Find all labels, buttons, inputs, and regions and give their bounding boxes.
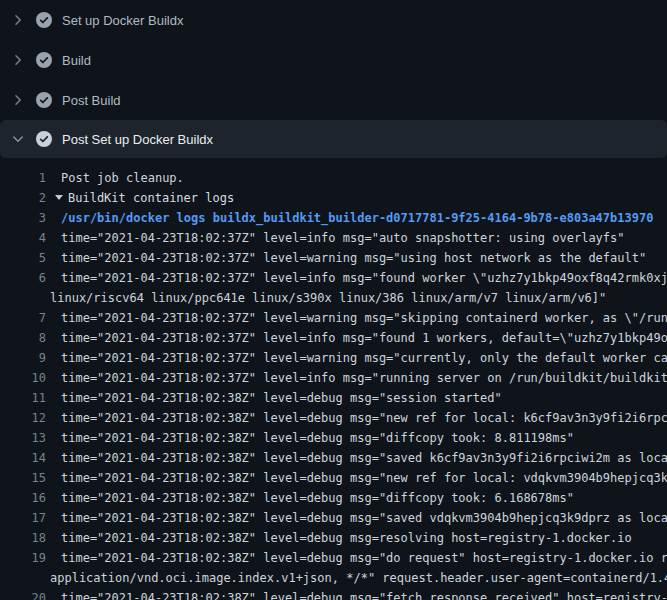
log-command-text: /usr/bin/docker logs buildx_buildkit_bui… xyxy=(61,211,653,225)
log-text: time="2021-04-23T18:02:37Z" level=warnin… xyxy=(61,351,667,365)
log-text: time="2021-04-23T18:02:38Z" level=debug … xyxy=(61,451,667,465)
log-text: application/vnd.oci.image.index.v1+json,… xyxy=(50,571,667,585)
line-number[interactable]: 3 xyxy=(0,208,46,228)
log-line: 14 time="2021-04-23T18:02:38Z" level=debu… xyxy=(0,448,667,468)
line-number[interactable]: 11 xyxy=(0,388,46,408)
line-number[interactable]: 17 xyxy=(0,508,46,528)
log-line: 17 time="2021-04-23T18:02:38Z" level=debu… xyxy=(0,508,667,528)
log-line: 2 BuildKit container logs xyxy=(0,188,667,208)
step-post-build[interactable]: Post Build xyxy=(0,80,667,120)
log-line: 8 time="2021-04-23T18:02:37Z" level=info … xyxy=(0,328,667,348)
log-line: 16 time="2021-04-23T18:02:38Z" level=debu… xyxy=(0,488,667,508)
log-text: time="2021-04-23T18:02:38Z" level=debug … xyxy=(61,511,667,525)
chevron-right-icon[interactable] xyxy=(10,92,26,108)
log-lines: 1 Post job cleanup. 2 BuildKit container lo… xyxy=(0,168,667,600)
check-circle-icon xyxy=(36,131,52,147)
log-text: time="2021-04-23T18:02:38Z" level=debug … xyxy=(61,411,667,425)
log-text: time="2021-04-23T18:02:37Z" level=warnin… xyxy=(61,251,646,265)
log-text: BuildKit container logs xyxy=(68,191,234,205)
line-number[interactable]: 4 xyxy=(0,228,46,248)
log-text: time="2021-04-23T18:02:37Z" level=info m… xyxy=(61,331,667,345)
log-text: time="2021-04-23T18:02:37Z" level=info m… xyxy=(61,231,625,245)
log-line: 20 time="2021-04-23T18:02:38Z" level=debu… xyxy=(0,588,667,600)
line-number[interactable]: 2 xyxy=(0,188,46,208)
line-number[interactable]: 16 xyxy=(0,488,46,508)
line-number[interactable]: 6 xyxy=(0,268,46,288)
log-line: 5 time="2021-04-23T18:02:37Z" level=warni… xyxy=(0,248,667,268)
log-line: 9 time="2021-04-23T18:02:37Z" level=warni… xyxy=(0,348,667,368)
chevron-down-icon[interactable] xyxy=(10,131,26,147)
line-number[interactable]: 18 xyxy=(0,528,46,548)
log-text: time="2021-04-23T18:02:37Z" level=info m… xyxy=(61,271,667,285)
group-collapse-triangle-icon[interactable] xyxy=(55,195,63,200)
step-post-set-up-docker-buildx[interactable]: Post Set up Docker Buildx xyxy=(0,120,667,158)
log-text: time="2021-04-23T18:02:38Z" level=debug … xyxy=(61,471,667,485)
log-text: time="2021-04-23T18:02:38Z" level=debug … xyxy=(61,391,502,405)
check-circle-icon xyxy=(36,12,52,28)
line-number[interactable]: 9 xyxy=(0,348,46,368)
line-number[interactable]: 14 xyxy=(0,448,46,468)
log-text: time="2021-04-23T18:02:38Z" level=debug … xyxy=(61,551,667,565)
log-text: time="2021-04-23T18:02:38Z" level=debug … xyxy=(61,591,667,600)
check-circle-icon xyxy=(36,92,52,108)
step-label: Set up Docker Buildx xyxy=(62,13,183,28)
log-line: 19 time="2021-04-23T18:02:38Z" level=debu… xyxy=(0,548,667,568)
log-line: 6 time="2021-04-23T18:02:37Z" level=info … xyxy=(0,268,667,288)
log-text: time="2021-04-23T18:02:38Z" level=debug … xyxy=(61,491,574,505)
step-label: Post Build xyxy=(62,93,121,108)
line-number[interactable]: 19 xyxy=(0,548,46,568)
line-number[interactable]: 1 xyxy=(0,168,46,188)
log-line: 11 time="2021-04-23T18:02:38Z" level=debu… xyxy=(0,388,667,408)
check-circle-icon xyxy=(36,52,52,68)
line-number[interactable]: 15 xyxy=(0,468,46,488)
log-line-continuation: application/vnd.oci.image.index.v1+json,… xyxy=(0,568,667,588)
chevron-right-icon[interactable] xyxy=(10,52,26,68)
log-line: 7 time="2021-04-23T18:02:37Z" level=warni… xyxy=(0,308,667,328)
log-line: 4 time="2021-04-23T18:02:37Z" level=info … xyxy=(0,228,667,248)
log-line: 3/usr/bin/docker logs buildx_buildkit_bu… xyxy=(0,208,667,228)
line-number[interactable]: 10 xyxy=(0,368,46,388)
line-number[interactable]: 12 xyxy=(0,408,46,428)
line-number[interactable]: 13 xyxy=(0,428,46,448)
steps-list: Set up Docker Buildx Build Post Build Po… xyxy=(0,0,667,158)
line-number[interactable]: 20 xyxy=(0,588,46,600)
step-label: Build xyxy=(62,53,91,68)
step-build[interactable]: Build xyxy=(0,40,667,80)
log-text: time="2021-04-23T18:02:38Z" level=debug … xyxy=(61,531,632,545)
log-area: 1 Post job cleanup. 2 BuildKit container lo… xyxy=(0,158,667,600)
log-line: 10 time="2021-04-23T18:02:37Z" level=info… xyxy=(0,368,667,388)
chevron-right-icon[interactable] xyxy=(10,12,26,28)
line-number[interactable]: 8 xyxy=(0,328,46,348)
log-text: time="2021-04-23T18:02:37Z" level=warnin… xyxy=(61,311,667,325)
log-text: linux/riscv64 linux/ppc641e linux/s390x … xyxy=(50,291,606,305)
line-number[interactable]: 7 xyxy=(0,308,46,328)
step-label: Post Set up Docker Buildx xyxy=(62,132,213,147)
log-line-continuation: linux/riscv64 linux/ppc641e linux/s390x … xyxy=(0,288,667,308)
log-text: time="2021-04-23T18:02:37Z" level=info m… xyxy=(61,371,667,385)
line-number[interactable]: 5 xyxy=(0,248,46,268)
log-line: 12 time="2021-04-23T18:02:38Z" level=debu… xyxy=(0,408,667,428)
step-set-up-docker-buildx[interactable]: Set up Docker Buildx xyxy=(0,0,667,40)
log-line: 18 time="2021-04-23T18:02:38Z" level=debu… xyxy=(0,528,667,548)
log-text: Post job cleanup. xyxy=(61,171,184,185)
log-line: 15 time="2021-04-23T18:02:38Z" level=debu… xyxy=(0,468,667,488)
log-text: time="2021-04-23T18:02:38Z" level=debug … xyxy=(61,431,574,445)
log-line: 13 time="2021-04-23T18:02:38Z" level=debu… xyxy=(0,428,667,448)
log-line: 1 Post job cleanup. xyxy=(0,168,667,188)
